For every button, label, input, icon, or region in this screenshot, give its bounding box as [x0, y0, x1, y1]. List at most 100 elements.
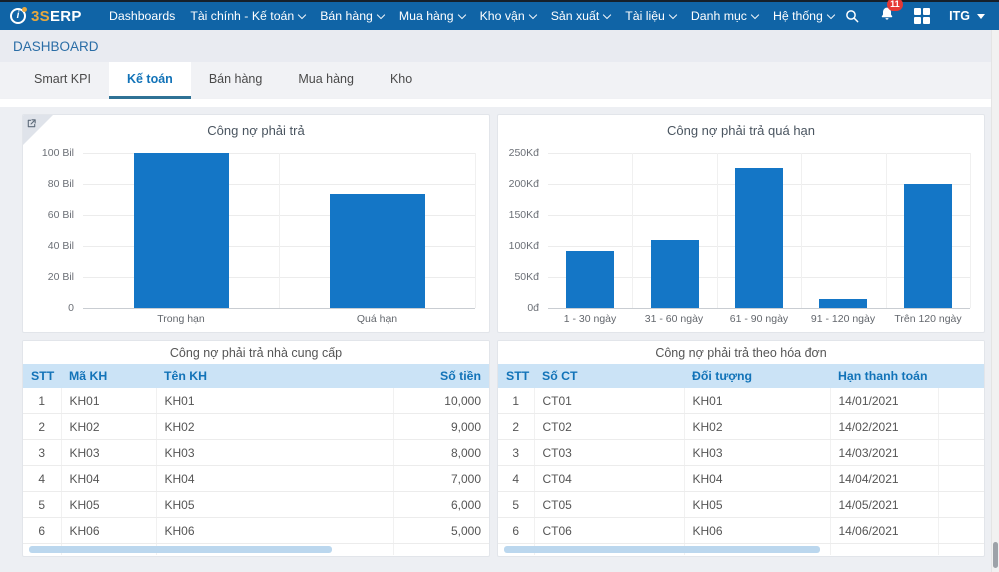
- y-axis-tick-label: 80 Bil: [23, 178, 74, 190]
- table-cell: 2: [498, 414, 534, 440]
- horizontal-scrollbar-thumb[interactable]: [29, 546, 332, 553]
- menu-item-label: Dashboards: [109, 9, 175, 23]
- table-cell: 8,000: [393, 440, 489, 466]
- menu-item-label: Sản xuất: [551, 9, 600, 23]
- bar-61-90-ngay[interactable]: [735, 168, 783, 308]
- column-header-doi-tuong[interactable]: Đối tượng: [684, 364, 830, 388]
- table-header-row: STTSố CTĐối tượngHạn thanh toán: [498, 364, 984, 388]
- gridline: [548, 153, 970, 154]
- vertical-scrollbar-thumb[interactable]: [993, 542, 998, 568]
- bar-1-30-ngay[interactable]: [566, 251, 614, 308]
- chevron-down-icon: [827, 10, 835, 18]
- table-cell: KH05: [61, 492, 156, 518]
- tab-ke-toan[interactable]: Kế toán: [109, 62, 191, 99]
- table-card-cong-no-phai-tra-theo-hoa-don: Công nợ phải trả theo hóa đơnSTTSố CTĐối…: [497, 340, 985, 557]
- chart-title: Công nợ phải trả: [23, 123, 489, 138]
- table-row[interactable]: 4CT04KH0414/04/2021: [498, 466, 984, 492]
- table-row[interactable]: 6CT06KH0614/06/2021: [498, 518, 984, 544]
- column-header-empty[interactable]: [938, 364, 984, 388]
- table-cell: 10,000: [393, 388, 489, 414]
- menu-item-ban-hang[interactable]: Bán hàng: [320, 9, 384, 23]
- table-cell: CT06: [534, 518, 684, 544]
- menu-item-label: Bán hàng: [320, 9, 373, 23]
- table-cell: 5: [23, 492, 61, 518]
- menu-item-label: Danh mục: [691, 9, 747, 23]
- table-cell: [938, 388, 984, 414]
- menu-item-tai-lieu[interactable]: Tài liệu: [625, 9, 676, 23]
- table-cell: [938, 440, 984, 466]
- column-header-han-thanh-toan[interactable]: Hạn thanh toán: [830, 364, 938, 388]
- menu-item-kho-van[interactable]: Kho vận: [480, 9, 536, 23]
- table-cell: [938, 466, 984, 492]
- table-cell: KH01: [61, 388, 156, 414]
- table-row[interactable]: 2KH02KH029,000: [23, 414, 489, 440]
- table-row[interactable]: 5CT05KH0514/05/2021: [498, 492, 984, 518]
- table-row[interactable]: 4KH04KH047,000: [23, 466, 489, 492]
- brand-logo-icon: i: [10, 8, 26, 24]
- chart-plot: [83, 153, 475, 308]
- menu-item-label: Tài chính - Kế toán: [190, 9, 294, 23]
- bar-91-120-ngay[interactable]: [819, 299, 867, 308]
- table-cell: CT05: [534, 492, 684, 518]
- table-cell: 14/01/2021: [830, 388, 938, 414]
- column-header-so-tien[interactable]: Số tiền: [393, 364, 489, 388]
- table-header-row: STTMã KHTên KHSố tiền: [23, 364, 489, 388]
- table-row[interactable]: 1CT01KH0114/01/2021: [498, 388, 984, 414]
- table-row[interactable]: 3KH03KH038,000: [23, 440, 489, 466]
- menu-item-he-thong[interactable]: Hệ thống: [773, 9, 834, 23]
- chevron-down-icon: [669, 10, 677, 18]
- bar-31-60-ngay[interactable]: [651, 240, 699, 308]
- menu-item-danh-muc[interactable]: Danh mục: [691, 9, 758, 23]
- table-row[interactable]: 5KH05KH056,000: [23, 492, 489, 518]
- menu-item-label: Hệ thống: [773, 9, 823, 23]
- menu-item-tai-chinh-ke-toan[interactable]: Tài chính - Kế toán: [190, 9, 305, 23]
- column-header-ten-kh[interactable]: Tên KH: [156, 364, 393, 388]
- table-cell: 14/04/2021: [830, 466, 938, 492]
- brand-name: 3SERP: [31, 8, 82, 25]
- table-cell: CT03: [534, 440, 684, 466]
- table-row[interactable]: 1KH01KH0110,000: [23, 388, 489, 414]
- menu-item-dashboards[interactable]: Dashboards: [109, 9, 175, 23]
- column-header-ma-kh[interactable]: Mã KH: [61, 364, 156, 388]
- table-cell: KH02: [156, 414, 393, 440]
- table-cell: [938, 518, 984, 544]
- gridline-vertical: [632, 153, 633, 308]
- menu-item-san-xuat[interactable]: Sản xuất: [551, 9, 611, 23]
- table-row[interactable]: 2CT02KH0214/02/2021: [498, 414, 984, 440]
- y-axis-tick-label: 0đ: [498, 302, 539, 314]
- tab-mua-hang[interactable]: Mua hàng: [280, 62, 372, 99]
- horizontal-scrollbar-thumb[interactable]: [504, 546, 820, 553]
- x-axis-category-label: 1 - 30 ngày: [548, 313, 632, 325]
- table-row[interactable]: 3CT03KH0314/03/2021: [498, 440, 984, 466]
- bar-trong-han[interactable]: [134, 153, 229, 308]
- column-header-so-ct[interactable]: Số CT: [534, 364, 684, 388]
- column-header-stt[interactable]: STT: [498, 364, 534, 388]
- chevron-down-icon: [377, 10, 385, 18]
- table-cell: 6: [23, 518, 61, 544]
- table-cell: CT04: [534, 466, 684, 492]
- y-axis-tick-label: 200Kđ: [498, 178, 539, 190]
- page-vertical-scrollbar[interactable]: [991, 30, 999, 572]
- tab-ban-hang[interactable]: Bán hàng: [191, 62, 281, 99]
- table-cell: KH02: [684, 414, 830, 440]
- page-title: DASHBOARD: [13, 39, 99, 54]
- apps-grid-icon[interactable]: [914, 8, 930, 24]
- brand-logo[interactable]: i 3SERP: [10, 8, 96, 25]
- column-header-stt[interactable]: STT: [23, 364, 61, 388]
- table-cell: 3: [23, 440, 61, 466]
- menu-item-mua-hang[interactable]: Mua hàng: [399, 9, 465, 23]
- tab-kho[interactable]: Kho: [372, 62, 430, 99]
- tab-smart-kpi[interactable]: Smart KPI: [16, 62, 109, 99]
- dashboard-content: Công nợ phải trả100 Bil80 Bil60 Bil40 Bi…: [0, 107, 991, 572]
- search-icon[interactable]: [844, 8, 860, 24]
- y-axis-tick-label: 20 Bil: [23, 271, 74, 283]
- table-row[interactable]: 6KH06KH065,000: [23, 518, 489, 544]
- notifications-bell-icon[interactable]: 11: [879, 6, 895, 27]
- table-cell: 3: [498, 440, 534, 466]
- bar-tren-120-ngay[interactable]: [904, 184, 952, 308]
- gridline-vertical: [886, 153, 887, 308]
- gridline-vertical: [970, 153, 971, 308]
- user-menu[interactable]: ITG: [949, 9, 985, 23]
- bar-qua-han[interactable]: [330, 194, 425, 308]
- chart-title: Công nợ phải trả quá hạn: [498, 123, 984, 138]
